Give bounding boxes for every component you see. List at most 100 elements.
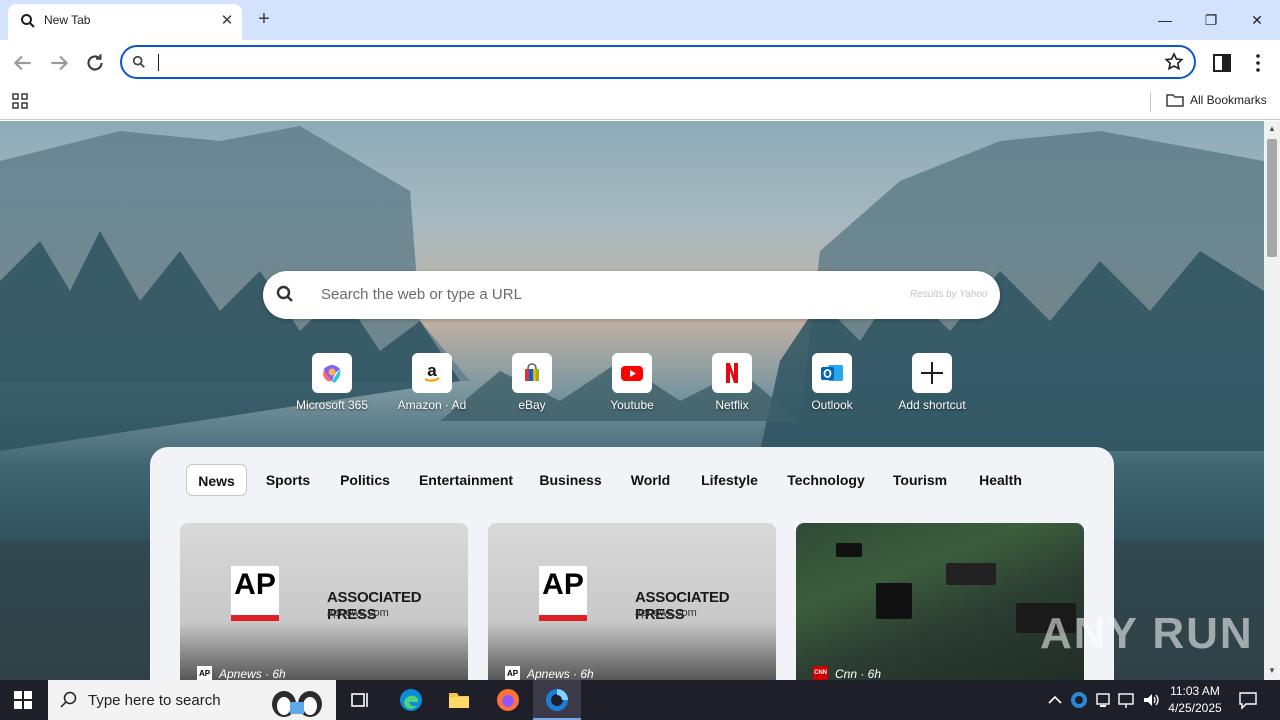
ap-logo: AP	[231, 566, 279, 621]
news-tab-technology[interactable]: Technology	[780, 464, 872, 496]
shortcut-label: Outlook	[811, 398, 853, 412]
bookmarks-bar: All Bookmarks	[0, 86, 1280, 120]
chevron-up-icon[interactable]	[1045, 690, 1065, 710]
address-bar[interactable]	[120, 45, 1196, 79]
news-tab-business[interactable]: Business	[534, 464, 607, 496]
ap-logo: AP	[539, 566, 587, 621]
shortcut-tile	[912, 353, 952, 393]
folder-icon	[1166, 94, 1184, 107]
browser-icon	[546, 689, 568, 711]
ap-logo-text: AP	[234, 568, 276, 601]
shortcut-tile	[612, 353, 652, 393]
windows-start-icon[interactable]	[14, 691, 32, 709]
search-icon	[60, 691, 77, 708]
minimize-icon[interactable]: —	[1153, 8, 1177, 32]
restore-icon[interactable]: ❐	[1199, 8, 1223, 32]
shortcut-label: Youtube	[610, 398, 654, 412]
network-app-icon[interactable]	[1069, 690, 1089, 710]
circuit-chip	[876, 583, 912, 619]
news-tab-politics[interactable]: Politics	[331, 464, 399, 496]
search-placeholder: Search the web or type a URL	[321, 286, 522, 303]
shortcut-youtube[interactable]: Youtube	[577, 353, 687, 417]
ap-logo-text: AP	[542, 568, 584, 601]
shortcut-tile	[712, 353, 752, 393]
new-tab-button[interactable]: +	[252, 8, 276, 32]
task-view-icon	[351, 693, 368, 707]
search-icon	[276, 285, 293, 302]
bookmarks-divider	[1150, 92, 1151, 112]
device-icon[interactable]	[1093, 690, 1113, 710]
shortcut-microsoft365[interactable]: Microsoft 365	[277, 353, 387, 417]
web-search-box[interactable]: Search the web or type a URL Results by …	[263, 271, 1000, 319]
youtube-icon	[621, 366, 643, 381]
source-text: Apnews · 6h	[219, 667, 286, 680]
scroll-up-icon[interactable]: ▲	[1267, 124, 1277, 134]
firefox-icon	[497, 689, 519, 711]
shortcut-amazon[interactable]: a Amazon · Ad	[377, 353, 487, 417]
news-tab-lifestyle[interactable]: Lifestyle	[693, 464, 766, 496]
news-card[interactable]: AP ASSOCIATED PRESS apnews.com AP Apnews…	[488, 523, 776, 680]
outlook-icon	[821, 365, 843, 381]
news-card[interactable]: AP ASSOCIATED PRESS apnews.com AP Apnews…	[180, 523, 468, 680]
shortcut-label: Netflix	[715, 398, 749, 412]
shortcut-tile	[312, 353, 352, 393]
side-panel-icon[interactable]	[1211, 52, 1233, 74]
menu-kebab-icon[interactable]	[1247, 52, 1269, 74]
network-icon[interactable]	[1117, 690, 1137, 710]
page-scrollbar[interactable]: ▲ ▼	[1264, 121, 1280, 680]
news-tab-sports[interactable]: Sports	[258, 464, 318, 496]
plus-icon	[921, 362, 943, 384]
volume-icon[interactable]	[1141, 690, 1161, 710]
watermark-logo: ANY RUN	[1040, 609, 1254, 658]
shortcut-tile	[812, 353, 852, 393]
all-bookmarks-button[interactable]: All Bookmarks	[1190, 93, 1267, 107]
browser-toolbar	[0, 40, 1280, 86]
clock-date[interactable]: 4/25/2025	[1160, 701, 1230, 715]
shortcut-netflix[interactable]: Netflix	[677, 353, 787, 417]
bookmark-star-icon[interactable]	[1164, 52, 1184, 72]
taskbar-edge[interactable]	[387, 680, 435, 720]
microsoft365-icon	[323, 365, 341, 383]
folder-icon	[449, 693, 469, 708]
news-tab-entertainment[interactable]: Entertainment	[412, 464, 520, 496]
tab-close-icon[interactable]: ✕	[218, 12, 236, 30]
source-badge: AP	[505, 666, 520, 680]
news-tab-health[interactable]: Health	[968, 464, 1033, 496]
taskbar-file-explorer[interactable]	[435, 680, 483, 720]
ebay-icon	[525, 363, 539, 381]
back-icon[interactable]	[10, 50, 36, 76]
netflix-icon	[726, 363, 738, 383]
forward-icon[interactable]	[46, 50, 72, 76]
scroll-down-icon[interactable]: ▼	[1267, 666, 1277, 676]
circuit-chip	[946, 563, 996, 585]
tab-new-tab[interactable]: New Tab ✕	[8, 4, 242, 40]
shortcut-add[interactable]: Add shortcut	[877, 353, 987, 417]
shortcut-label: Microsoft 365	[295, 398, 369, 412]
publisher-url: apnews.com	[327, 607, 389, 619]
source-text: Cnn · 6h	[835, 667, 882, 680]
task-view-button[interactable]	[336, 680, 384, 720]
search-icon	[132, 55, 145, 68]
svg-text:a: a	[427, 361, 437, 380]
scroll-thumb[interactable]	[1267, 139, 1277, 257]
news-tab-news[interactable]: News	[186, 464, 247, 496]
news-tab-world[interactable]: World	[621, 464, 680, 496]
source-text: Apnews · 6h	[527, 667, 594, 680]
apps-grid-icon[interactable]	[11, 92, 29, 110]
shortcut-outlook[interactable]: Outlook	[777, 353, 887, 417]
news-tab-tourism[interactable]: Tourism	[886, 464, 954, 496]
taskbar-firefox[interactable]	[484, 680, 532, 720]
notification-icon[interactable]	[1238, 690, 1258, 710]
taskbar-chrome-active[interactable]	[533, 680, 581, 720]
shortcut-label: Add shortcut	[898, 398, 966, 412]
shortcut-ebay[interactable]: eBay	[477, 353, 587, 417]
source-badge: CNN	[813, 666, 828, 680]
reload-icon[interactable]	[82, 50, 108, 76]
taskbar-search-box[interactable]: Type here to search	[48, 680, 336, 720]
clock-time[interactable]: 11:03 AM	[1160, 684, 1230, 698]
news-panel: News Sports Politics Entertainment Busin…	[150, 447, 1114, 680]
shortcut-label: eBay	[518, 398, 546, 412]
windows-taskbar: Type here to search 11:03 AM 4/25/2025	[0, 680, 1280, 720]
close-icon[interactable]: ✕	[1245, 8, 1269, 32]
search-provider-label: Results by Yahoo	[910, 289, 988, 300]
